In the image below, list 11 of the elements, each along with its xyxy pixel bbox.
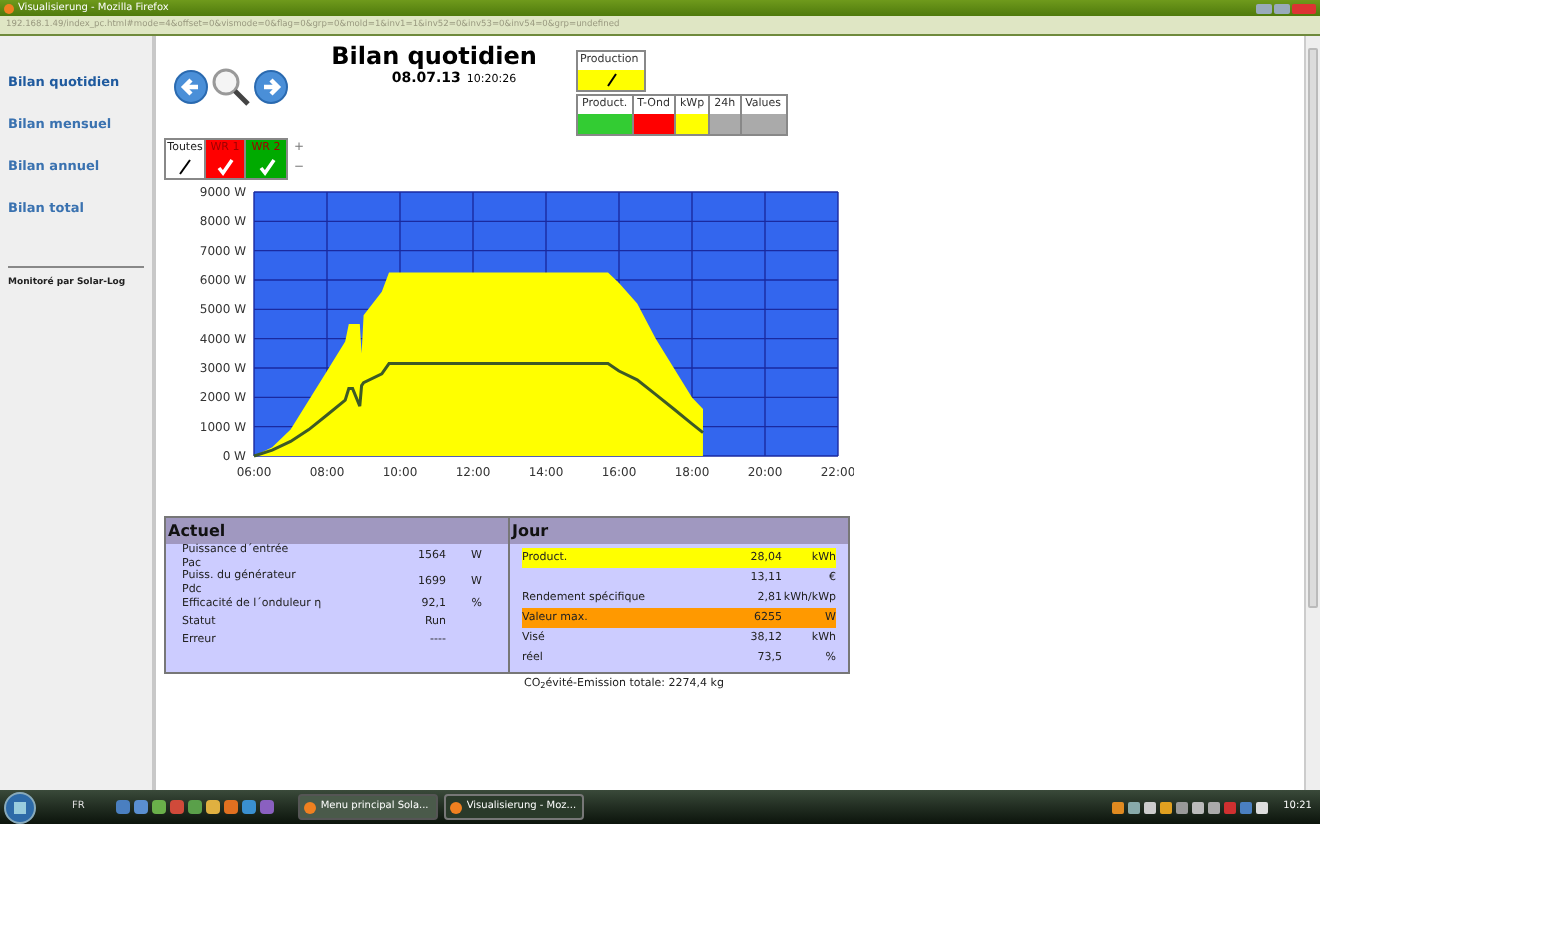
check-icon [257,158,275,176]
start-button[interactable] [4,791,36,823]
scrollbar[interactable] [1304,36,1320,790]
slash-icon [603,72,619,88]
search-icon[interactable] [210,66,252,106]
section-header: Actuel [166,518,508,544]
section-header: Jour [510,518,848,544]
check-icon [216,158,234,176]
firefox-icon [4,3,14,13]
slash-icon [176,158,194,176]
page-title: Bilan quotidien [331,44,537,68]
